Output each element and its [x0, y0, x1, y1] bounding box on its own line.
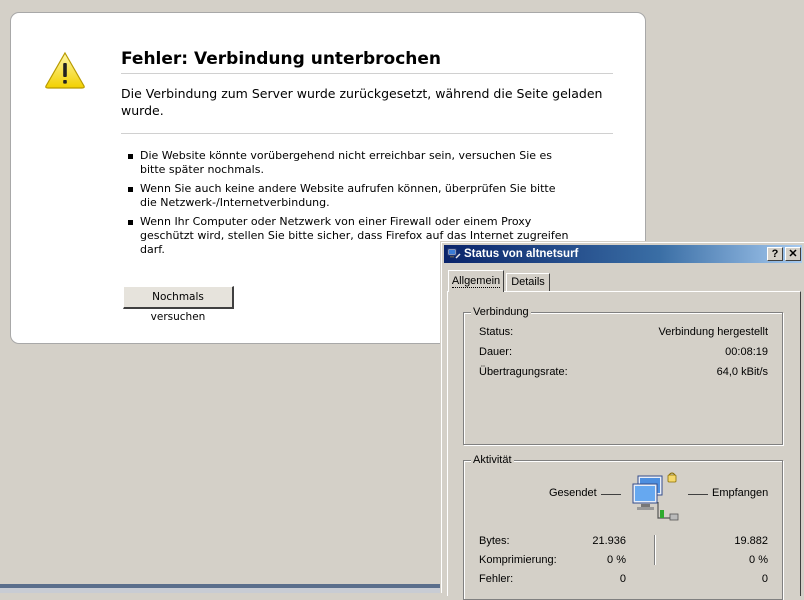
groupbox-caption: Verbindung — [471, 305, 531, 319]
connection-groupbox: Verbindung Status: Verbindung hergestell… — [463, 305, 783, 445]
list-item: Die Website könnte vorübergehend nicht e… — [121, 149, 571, 177]
status-value: Verbindung hergestellt — [658, 326, 768, 338]
list-item: Wenn Sie auch keine andere Website aufru… — [121, 182, 571, 210]
speed-label: Übertragungsrate: — [479, 366, 568, 378]
groupbox-caption: Aktivität — [471, 453, 514, 467]
status-label: Status: — [479, 326, 514, 338]
column-divider — [654, 535, 655, 565]
received-heading: Empfangen — [712, 487, 769, 499]
tab-allgemein[interactable]: Allgemein — [448, 270, 504, 292]
activity-groupbox: Aktivität Gesendet Empfangen Bytes: 21.9… — [463, 453, 783, 600]
error-title: Fehler: Verbindung unterbrochen — [121, 49, 613, 74]
errors-label: Fehler: — [479, 573, 514, 585]
error-description: Die Verbindung zum Server wurde zurückge… — [121, 86, 603, 118]
tab-label: Allgemein — [451, 275, 501, 288]
taskbar-edge-light — [0, 588, 440, 593]
close-button[interactable]: ✕ — [785, 247, 801, 261]
sent-connector-line — [601, 494, 621, 495]
compression-label: Komprimierung: — [479, 554, 557, 566]
compression-received-value: 0 % — [749, 554, 768, 566]
bytes-sent-value: 21.936 — [592, 535, 626, 547]
errors-received-value: 0 — [761, 573, 768, 585]
speed-value: 64,0 kBit/s — [716, 366, 768, 378]
received-connector-line — [688, 494, 708, 495]
network-computers-icon — [632, 472, 679, 521]
duration-label: Dauer: — [479, 346, 513, 358]
bytes-label: Bytes: — [479, 535, 510, 547]
dialog-title: Status von altnetsurf — [464, 248, 579, 260]
duration-value: 00:08:19 — [725, 346, 768, 358]
help-button[interactable]: ? — [767, 247, 783, 261]
retry-button[interactable]: Nochmals versuchen — [123, 286, 234, 323]
compression-sent-value: 0 % — [607, 554, 626, 566]
connection-status-dialog: Status von altnetsurf ? ✕ Allgemein Deta… — [440, 241, 804, 600]
network-connection-icon — [447, 248, 461, 259]
warning-icon — [45, 51, 85, 89]
bytes-received-value: 19.882 — [734, 535, 768, 547]
separator — [121, 133, 613, 134]
dialog-titlebar[interactable]: Status von altnetsurf ? ✕ — [444, 245, 802, 263]
tab-details[interactable]: Details — [506, 273, 550, 291]
sent-heading: Gesendet — [549, 487, 597, 499]
errors-sent-value: 0 — [619, 573, 626, 585]
